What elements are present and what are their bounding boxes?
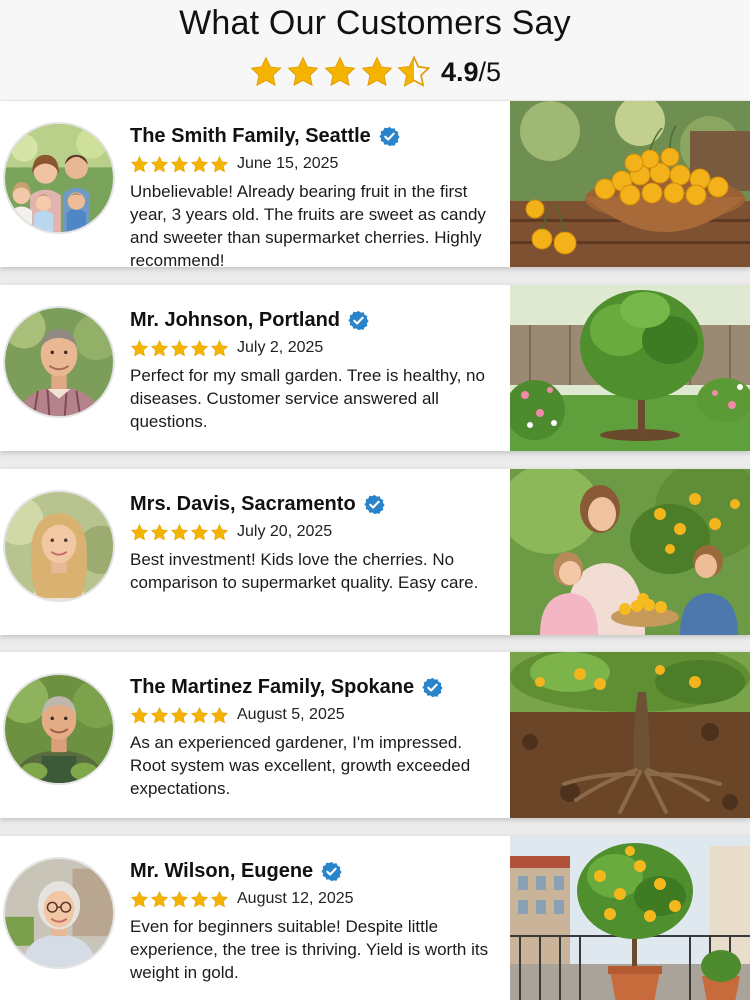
star-icon bbox=[130, 523, 149, 542]
star-icon bbox=[210, 890, 229, 909]
star-icon bbox=[150, 890, 169, 909]
star-icon bbox=[170, 890, 189, 909]
reviewer-name: The Smith Family, Seattle bbox=[130, 124, 371, 147]
man-portrait-icon bbox=[3, 306, 115, 418]
star-icon bbox=[360, 55, 394, 89]
balcony-potted-tree-photo-icon bbox=[510, 836, 750, 1000]
review-text: As an experienced gardener, I'm impresse… bbox=[130, 733, 471, 798]
review-date: August 12, 2025 bbox=[237, 890, 354, 907]
star-icon bbox=[170, 155, 189, 174]
star-icon bbox=[190, 155, 209, 174]
review-stars bbox=[130, 155, 229, 174]
review-card: Mr. Johnson, Portland July 2, 2025 Perfe… bbox=[0, 285, 750, 451]
family-photo-icon bbox=[3, 122, 115, 234]
half-star-icon bbox=[397, 55, 431, 89]
harvest-family-photo-icon bbox=[510, 469, 750, 635]
review-card: Mrs. Davis, Sacramento July 20, 2025 Bes… bbox=[0, 469, 750, 635]
rating-row: August 12, 2025 bbox=[130, 886, 354, 912]
reviewer-name: Mrs. Davis, Sacramento bbox=[130, 492, 356, 515]
woman-portrait-icon bbox=[3, 490, 115, 602]
review-stars bbox=[130, 890, 229, 909]
reviewer-row: Mrs. Davis, Sacramento bbox=[130, 489, 385, 519]
verified-badge-icon bbox=[364, 494, 385, 515]
senior-woman-portrait-icon bbox=[3, 857, 115, 969]
reviewer-row: The Martinez Family, Spokane bbox=[130, 672, 443, 702]
star-icon bbox=[190, 339, 209, 358]
star-icon bbox=[170, 339, 189, 358]
verified-badge-icon bbox=[422, 677, 443, 698]
star-icon bbox=[150, 523, 169, 542]
star-icon bbox=[130, 155, 149, 174]
garden-tree-photo-icon bbox=[510, 285, 750, 451]
review-text: Even for beginners suitable! Despite lit… bbox=[130, 917, 489, 982]
review-date: July 2, 2025 bbox=[237, 339, 324, 356]
verified-badge-icon bbox=[379, 126, 400, 147]
reviewer-name: The Martinez Family, Spokane bbox=[130, 675, 415, 698]
reviewer-name: Mr. Johnson, Portland bbox=[130, 308, 341, 331]
rating-row: June 15, 2025 bbox=[130, 151, 338, 177]
star-icon bbox=[170, 706, 189, 725]
star-icon bbox=[210, 339, 229, 358]
star-icon bbox=[190, 890, 209, 909]
overall-score: 4.9/5 bbox=[441, 57, 501, 88]
star-icon bbox=[210, 706, 229, 725]
gardener-portrait-icon bbox=[3, 673, 115, 785]
cherry-bowl-photo-icon bbox=[510, 101, 750, 267]
review-text: Perfect for my small garden. Tree is hea… bbox=[130, 366, 485, 431]
star-icon bbox=[130, 706, 149, 725]
reviewer-name: Mr. Wilson, Eugene bbox=[130, 859, 314, 882]
overall-score-max: /5 bbox=[478, 56, 502, 87]
review-date: June 15, 2025 bbox=[237, 155, 339, 172]
review-stars bbox=[130, 706, 229, 725]
reviewer-row: Mr. Wilson, Eugene bbox=[130, 856, 342, 886]
star-icon bbox=[130, 890, 149, 909]
review-date: August 5, 2025 bbox=[237, 706, 345, 723]
reviewer-row: The Smith Family, Seattle bbox=[130, 121, 400, 151]
review-stars bbox=[130, 339, 229, 358]
star-icon bbox=[323, 55, 357, 89]
review-date: July 20, 2025 bbox=[237, 523, 333, 540]
star-icon bbox=[190, 706, 209, 725]
verified-badge-icon bbox=[321, 861, 342, 882]
tree-roots-photo-icon bbox=[510, 652, 750, 818]
rating-row: July 2, 2025 bbox=[130, 335, 323, 361]
page-title: What Our Customers Say bbox=[179, 4, 571, 42]
star-icon bbox=[286, 55, 320, 89]
review-card: The Martinez Family, Spokane August 5, 2… bbox=[0, 652, 750, 818]
star-icon bbox=[210, 523, 229, 542]
review-text: Best investment! Kids love the cherries.… bbox=[130, 550, 479, 592]
reviews-header: What Our Customers Say 4.9/5 bbox=[0, 0, 750, 100]
reviewer-row: Mr. Johnson, Portland bbox=[130, 305, 369, 335]
star-icon bbox=[150, 706, 169, 725]
overall-stars bbox=[249, 55, 431, 89]
review-card: Mr. Wilson, Eugene August 12, 2025 Even … bbox=[0, 836, 750, 1000]
star-icon bbox=[130, 339, 149, 358]
star-icon bbox=[170, 523, 189, 542]
rating-row: August 5, 2025 bbox=[130, 702, 345, 728]
overall-rating: 4.9/5 bbox=[0, 52, 750, 92]
review-stars bbox=[130, 523, 229, 542]
rating-row: July 20, 2025 bbox=[130, 519, 332, 545]
review-card: The Smith Family, Seattle June 15, 2025 … bbox=[0, 101, 750, 270]
star-icon bbox=[190, 523, 209, 542]
overall-score-value: 4.9 bbox=[440, 56, 479, 87]
review-text: Unbelievable! Already bearing fruit in t… bbox=[130, 182, 486, 270]
star-icon bbox=[150, 339, 169, 358]
star-icon bbox=[150, 155, 169, 174]
star-icon bbox=[249, 55, 283, 89]
star-icon bbox=[210, 155, 229, 174]
verified-badge-icon bbox=[348, 310, 369, 331]
